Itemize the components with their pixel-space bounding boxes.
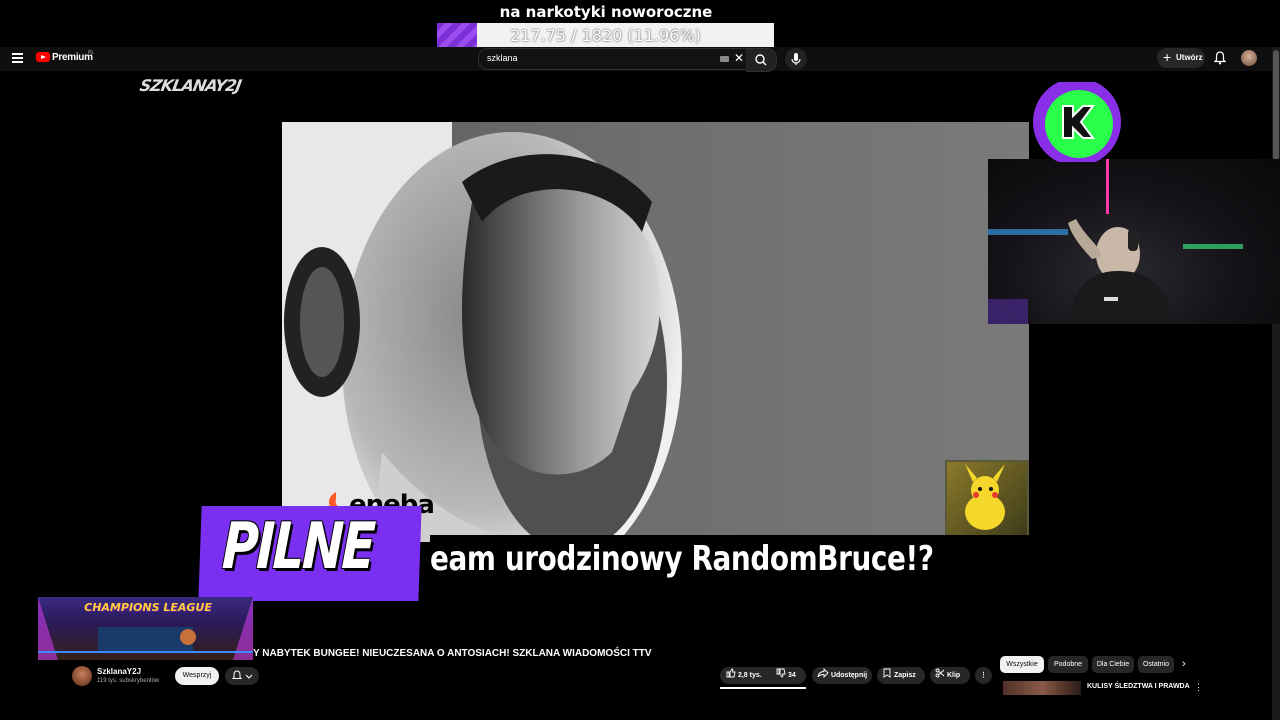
clear-icon[interactable]: ✕	[734, 51, 744, 65]
chip-similar[interactable]: Podobne	[1048, 656, 1088, 673]
bookmark-icon	[883, 668, 891, 678]
like-dislike-group: 2,8 tys. 34	[720, 667, 806, 684]
clip-button[interactable]: Klip	[930, 667, 970, 684]
bell-dropdown-icon	[231, 670, 253, 679]
save-button[interactable]: Zapisz	[877, 667, 925, 684]
search-icon	[755, 54, 767, 66]
chip-recent[interactable]: Ostatnio	[1138, 656, 1174, 673]
plus-icon: +	[1163, 49, 1172, 65]
search-box[interactable]: ✕	[478, 48, 748, 70]
hamburger-icon[interactable]	[12, 53, 23, 63]
pikachu-sticker	[945, 460, 1029, 540]
more-actions-button[interactable]: ⋮	[975, 667, 992, 684]
goal-progress-bar: 217.75 / 1820 (11.96%)	[437, 23, 774, 47]
goal-progress-text: 217.75 / 1820 (11.96%)	[510, 26, 701, 45]
share-icon	[817, 667, 829, 679]
scrollbar-thumb[interactable]	[1273, 50, 1279, 160]
recommendation-more-icon[interactable]: ⋮	[1194, 682, 1203, 693]
youtube-logo-icon[interactable]	[36, 52, 50, 62]
keyboard-icon[interactable]	[720, 56, 729, 62]
headline-text: eam urodzinowy RandomBruce!?	[430, 539, 934, 579]
notifications-bell-icon[interactable]	[1213, 51, 1227, 70]
like-button[interactable]: 2,8 tys.	[726, 667, 762, 684]
logo-text[interactable]: Premium	[52, 52, 93, 63]
scissors-icon	[935, 668, 945, 678]
account-avatar[interactable]	[1241, 50, 1257, 66]
champions-league-label: CHAMPIONS LEAGUE	[84, 601, 212, 614]
dislike-button[interactable]: 34	[776, 667, 796, 684]
recommendation-thumbnail[interactable]	[1003, 681, 1081, 695]
microphone-icon	[791, 53, 801, 65]
headline-banner: eam urodzinowy RandomBruce!?	[430, 535, 1030, 585]
breaking-news-label: PILNE	[220, 510, 375, 584]
save-label: Zapisz	[893, 672, 916, 679]
support-button[interactable]: Wesprzyj	[175, 667, 219, 685]
search-input[interactable]	[487, 53, 707, 63]
channel-avatar[interactable]	[72, 666, 92, 686]
clip-label: Klip	[946, 672, 961, 679]
astronaut-image	[282, 122, 1029, 542]
like-count: 2,8 tys.	[737, 672, 762, 679]
recommendation-title[interactable]: KULISY ŚLEDZTWA I PRAWDA	[1087, 683, 1190, 690]
subscription-bell-button[interactable]	[225, 667, 259, 685]
streamer-webcam	[988, 159, 1280, 324]
create-label: Utwórz	[1176, 53, 1203, 62]
channel-name[interactable]: SzklanaY2J	[97, 667, 141, 676]
goal-title: na narkotyki noworoczne	[499, 3, 713, 21]
share-button[interactable]: Udostępnij	[812, 667, 872, 684]
thumbs-down-icon	[776, 668, 786, 678]
ticker-text: Y NABYTEK BUNGEE! NIEUCZESANA O ANTOSIAC…	[253, 648, 652, 659]
logo-region: PL	[88, 50, 95, 56]
thumbs-up-icon	[726, 668, 736, 678]
video-title-ticker: Y NABYTEK BUNGEE! NIEUCZESANA O ANTOSIAC…	[0, 645, 1000, 663]
like-highlight-bar	[720, 687, 806, 689]
chip-for-you[interactable]: Dla Ciebie	[1092, 656, 1134, 673]
channel-watermark: SZKLANAY2J	[138, 76, 243, 95]
kick-logo-icon	[1031, 78, 1123, 166]
create-button[interactable]: + Utwórz	[1157, 48, 1205, 68]
dislike-count: 34	[787, 672, 796, 679]
share-label: Udostępnij	[830, 672, 868, 679]
chevron-right-icon[interactable]: ›	[1182, 658, 1186, 670]
chip-all[interactable]: Wszystkie	[1000, 656, 1044, 673]
subscriber-count: 119 tys. subskrybentów	[97, 678, 160, 684]
search-button[interactable]	[746, 48, 777, 72]
breaking-news-badge: PILNE	[198, 506, 422, 601]
voice-search-button[interactable]	[785, 48, 807, 70]
youtube-header: Premium PL ✕ + Utwórz	[0, 47, 1272, 72]
